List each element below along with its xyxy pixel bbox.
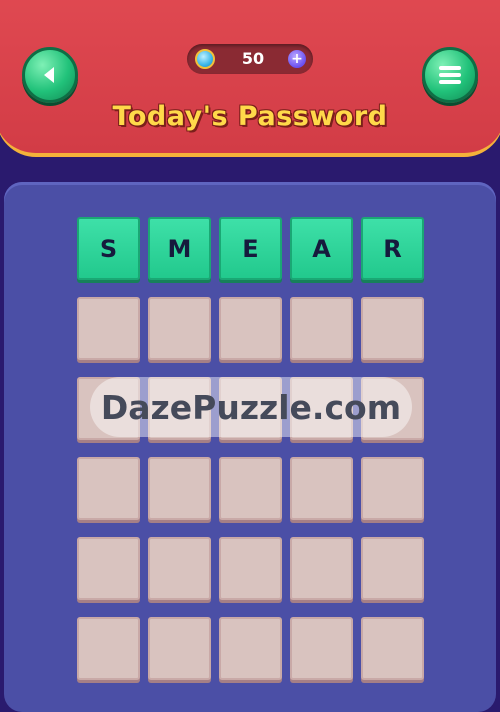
- empty-tile: [290, 457, 353, 520]
- empty-tile: [77, 297, 140, 360]
- page-title: Today's Password: [112, 101, 388, 132]
- empty-tile: [361, 457, 424, 520]
- empty-tile: [148, 457, 211, 520]
- letter-tile: S: [77, 217, 140, 280]
- back-button[interactable]: [22, 47, 78, 103]
- empty-tile: [77, 537, 140, 600]
- empty-tile: [361, 297, 424, 360]
- empty-tile: [148, 617, 211, 680]
- empty-tile: [361, 617, 424, 680]
- menu-icon: [438, 64, 462, 86]
- coin-count: 50: [241, 49, 265, 68]
- add-coins-button[interactable]: +: [288, 50, 306, 68]
- coin-icon: [195, 49, 215, 69]
- empty-tile: [290, 537, 353, 600]
- empty-tile: [290, 297, 353, 360]
- empty-tile: [219, 537, 282, 600]
- empty-tile: [219, 617, 282, 680]
- empty-tile: [77, 617, 140, 680]
- letter-tile: E: [219, 217, 282, 280]
- back-arrow-icon: [39, 64, 61, 86]
- empty-tile: [219, 457, 282, 520]
- coin-counter: 50 +: [187, 44, 313, 74]
- letter-tile: A: [290, 217, 353, 280]
- empty-tile: [219, 297, 282, 360]
- empty-tile: [77, 457, 140, 520]
- empty-tile: [361, 537, 424, 600]
- watermark: DazePuzzle.com: [90, 377, 412, 437]
- letter-tile: R: [361, 217, 424, 280]
- menu-button[interactable]: [422, 47, 478, 103]
- empty-tile: [148, 297, 211, 360]
- empty-tile: [290, 617, 353, 680]
- letter-tile: M: [148, 217, 211, 280]
- empty-tile: [148, 537, 211, 600]
